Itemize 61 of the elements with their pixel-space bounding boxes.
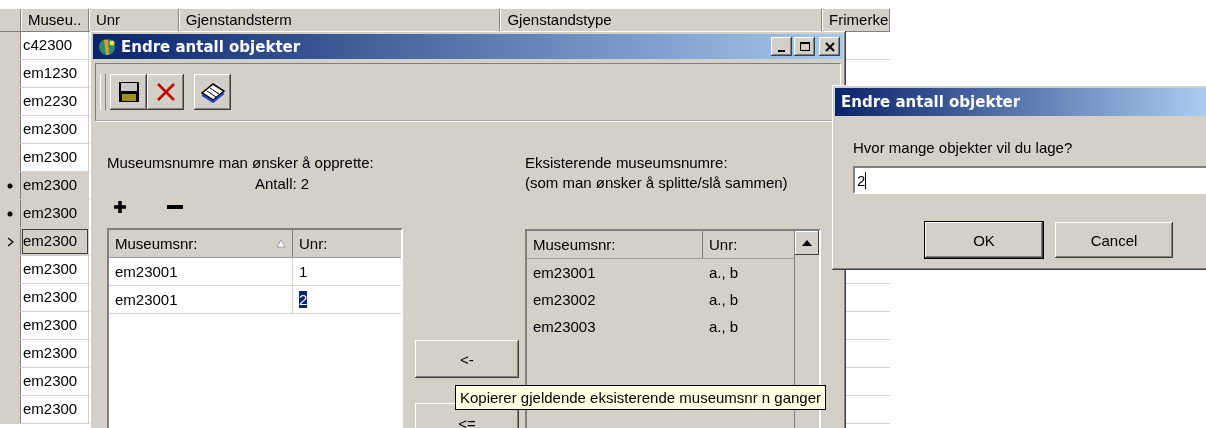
table-cell[interactable]: em23001 xyxy=(527,259,703,286)
section-label: Eksisterende museumsnumre: xyxy=(525,153,729,173)
row-header[interactable] xyxy=(0,172,21,199)
prompt-question: Hvor mange objekter vil du lage? xyxy=(853,138,1074,158)
column-header[interactable]: Museumsnr: xyxy=(527,231,703,258)
section-hint: (som man ønsker å splitte/slå sammen) xyxy=(525,173,789,193)
app-icon xyxy=(96,36,118,57)
table-cell[interactable]: em23003 xyxy=(527,313,703,340)
table-cell[interactable]: em23001 xyxy=(109,258,293,285)
row-header[interactable] xyxy=(0,200,21,227)
table-cell[interactable]: a., b xyxy=(703,313,794,340)
table-cell[interactable]: em23002 xyxy=(527,286,703,313)
row-header[interactable] xyxy=(0,228,21,255)
table-cell[interactable]: em2230 xyxy=(21,88,89,115)
book-button[interactable] xyxy=(194,74,231,110)
sort-ascending-icon xyxy=(276,239,286,248)
table-cell[interactable]: em2300 xyxy=(21,144,89,171)
table-cell[interactable]: em2300 xyxy=(21,340,89,367)
window-title: Endre antall objekter xyxy=(121,37,301,56)
cross-icon xyxy=(154,81,177,103)
book-icon xyxy=(199,81,226,103)
table-cell[interactable]: em2300 xyxy=(21,396,89,423)
close-button[interactable] xyxy=(819,37,840,56)
maximize-button[interactable] xyxy=(794,37,815,56)
table-cell[interactable]: em1230 xyxy=(21,60,89,87)
table-cell[interactable]: em2300 xyxy=(21,228,89,255)
column-header[interactable]: Unr: xyxy=(293,230,401,257)
table-cell[interactable]: em2300 xyxy=(21,200,89,227)
table-cell[interactable]: em23001 xyxy=(109,286,293,313)
minimize-button[interactable] xyxy=(771,37,792,56)
table-cell[interactable]: c42300 xyxy=(21,32,89,59)
delete-button[interactable] xyxy=(147,74,184,110)
column-header[interactable]: Museumsnr: xyxy=(109,230,293,257)
dialog-button[interactable]: Cancel xyxy=(1055,222,1173,258)
table-cell[interactable]: 2 xyxy=(293,286,401,313)
table-cell[interactable]: em2300 xyxy=(21,312,89,339)
dialog-button[interactable]: OK xyxy=(925,222,1043,258)
up-arrow-icon xyxy=(802,240,812,246)
input-field[interactable]: 2 xyxy=(853,166,1206,194)
maximize-icon xyxy=(798,41,811,52)
copy-button[interactable]: <- xyxy=(415,340,519,378)
table-cell[interactable]: em2300 xyxy=(21,172,89,199)
table-cell[interactable]: em2300 xyxy=(21,284,89,311)
minus-icon xyxy=(167,203,183,210)
column-header[interactable]: Museu.. xyxy=(21,9,89,31)
close-icon xyxy=(824,41,835,52)
table-cell[interactable]: a., b xyxy=(703,286,794,313)
column-header[interactable]: Unr: xyxy=(703,231,794,258)
tooltip: Kopierer gjeldende eksisterende museumsnr n ganger xyxy=(455,385,827,410)
count-label: Antall: 2 xyxy=(255,175,310,192)
table-cell[interactable]: em2300 xyxy=(21,116,89,143)
save-button[interactable] xyxy=(110,74,147,110)
table-cell[interactable]: em2300 xyxy=(21,256,89,283)
minimize-icon xyxy=(778,49,785,52)
section-label: Museumsnumre man ønsker å opprette: xyxy=(107,153,375,173)
plus-icon xyxy=(113,199,127,214)
scroll-up-button[interactable] xyxy=(795,231,819,255)
table-cell[interactable]: em2300 xyxy=(21,368,89,395)
window-title: Endre antall objekter xyxy=(841,93,1021,111)
table-cell[interactable]: a., b xyxy=(703,259,794,286)
table-cell[interactable]: 1 xyxy=(293,258,401,285)
